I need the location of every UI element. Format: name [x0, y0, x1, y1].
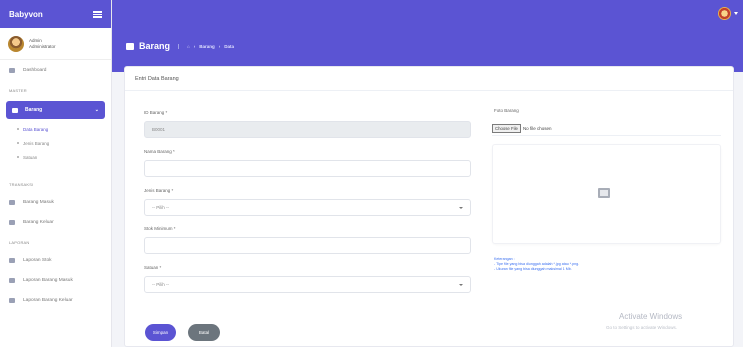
breadcrumb-item[interactable]: Barang [199, 44, 215, 49]
sidebar-item-barang[interactable]: Barang ⌄ [6, 101, 105, 119]
save-button[interactable]: Simpan [145, 324, 176, 341]
image-preview [492, 144, 721, 244]
breadcrumb-item: Data [224, 43, 235, 49]
caret-down-icon[interactable] [734, 12, 738, 15]
profile-logo-icon[interactable] [718, 7, 731, 20]
file-icon [9, 297, 15, 303]
note-heading: Keterangan : [494, 257, 515, 261]
user-avatar [8, 35, 24, 52]
nav-heading-laporan: LAPORAN [9, 240, 30, 245]
stok-field[interactable] [144, 237, 471, 254]
jenis-select[interactable]: -- Pilih -- [144, 199, 471, 216]
sidebar-item-label: Barang Keluar [23, 219, 54, 225]
nav-heading-transaksi: TRANSAKSI [9, 182, 34, 187]
stok-label: Stok Minimum * [144, 226, 176, 231]
app-window: Babyvon Admin Administrator Dashboard MA… [0, 0, 743, 347]
file-status: No file chosen [522, 125, 552, 131]
note-line: - Tipe file yang bisa diunggah adalah *.… [494, 262, 580, 266]
sidebar-item-barang-masuk[interactable]: Barang Masuk [0, 192, 111, 212]
form-title: Entri Data Barang [125, 67, 733, 91]
folder-icon [126, 42, 134, 50]
entry-form-card: Entri Data Barang ID Barang * B0001 Nama… [124, 66, 734, 347]
menu-toggle-icon[interactable] [93, 10, 102, 18]
activation-watermark-title: Activate Windows [619, 312, 683, 321]
id-field[interactable]: B0001 [144, 121, 471, 138]
name-field[interactable] [144, 160, 471, 177]
folder-icon [12, 107, 18, 113]
app-name: Babyvon [9, 9, 43, 19]
choose-file-button[interactable]: Choose File [492, 123, 521, 133]
brand-bar: Babyvon [0, 0, 111, 28]
jenis-label: Jenis Barang * [144, 188, 174, 193]
sidebar-subitem-data-barang[interactable]: Data Barang [0, 122, 111, 136]
id-label: ID Barang * [144, 110, 168, 115]
sidebar-item-barang-keluar[interactable]: Barang Keluar [0, 212, 111, 232]
chevron-down-icon [459, 284, 463, 286]
user-panel: Admin Administrator [0, 28, 111, 60]
sidebar-item-laporan-masuk[interactable]: Laporan Barang Masuk [0, 270, 111, 290]
note-line: - Ukuran file yang bisa diunggah maksima… [494, 267, 572, 271]
inbox-icon [9, 199, 15, 205]
sidebar-item-label: Barang Masuk [23, 199, 54, 205]
photo-label: Foto Barang [494, 108, 519, 113]
satuan-select[interactable]: -- Pilih -- [144, 276, 471, 293]
sidebar-item-dashboard[interactable]: Dashboard [0, 60, 111, 80]
cancel-button[interactable]: Batal [188, 324, 220, 341]
sidebar-item-laporan-stok[interactable]: Laporan Stok [0, 250, 111, 270]
top-navbar [112, 0, 743, 28]
image-icon [598, 188, 610, 198]
satuan-label: Satuan * [144, 265, 162, 270]
report-icon [9, 257, 15, 263]
file-input[interactable]: Choose File No file chosen [492, 121, 721, 136]
breadcrumb: ⌂ › Barang › Data [178, 43, 238, 49]
sidebar-item-label: Laporan Barang Masuk [23, 277, 73, 283]
user-role: Administrator [29, 43, 56, 49]
sidebar: Babyvon Admin Administrator Dashboard MA… [0, 0, 112, 347]
sidebar-subitem-jenis-barang[interactable]: Jenis Barang [0, 136, 111, 150]
sidebar-subitem-satuan[interactable]: Satuan [0, 150, 111, 164]
name-label: Nama Barang * [144, 149, 175, 154]
outbox-icon [9, 219, 15, 225]
chevron-down-icon: ⌄ [94, 107, 99, 113]
home-icon [9, 67, 15, 73]
nav-heading-master: MASTER [9, 88, 27, 93]
chevron-down-icon [459, 207, 463, 209]
sidebar-item-label: Laporan Stok [23, 257, 52, 263]
file-icon [9, 277, 15, 283]
sidebar-item-laporan-keluar[interactable]: Laporan Barang Keluar [0, 290, 111, 310]
sidebar-item-label: Laporan Barang Keluar [23, 297, 73, 303]
sidebar-item-label: Barang [25, 107, 43, 113]
home-icon[interactable]: ⌂ [187, 44, 190, 49]
sidebar-item-label: Dashboard [23, 67, 47, 73]
page-title: Barang [139, 41, 171, 51]
activation-watermark-subtitle: Go to Settings to activate Windows. [606, 325, 678, 330]
